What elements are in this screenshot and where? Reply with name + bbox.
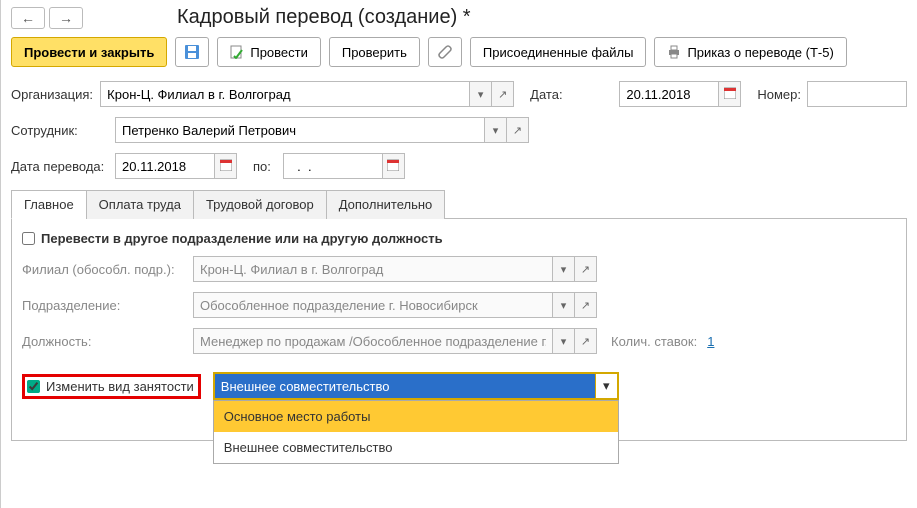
tab-main[interactable]: Главное	[11, 190, 87, 219]
arrow-right-icon: →	[59, 10, 73, 26]
position-label: Должность:	[22, 334, 187, 349]
branch-label: Филиал (обособл. подр.):	[22, 262, 187, 277]
chevron-down-icon: ▾	[561, 299, 567, 312]
nav-forward-button[interactable]: →	[49, 7, 83, 29]
page-title: Кадровый перевод (создание) *	[177, 6, 471, 29]
branch-dropdown-button: ▾	[553, 256, 575, 282]
org-label: Организация:	[11, 87, 94, 102]
post-and-close-label: Провести и закрыть	[24, 45, 154, 60]
attach-button[interactable]	[428, 37, 462, 67]
chevron-down-icon: ▾	[561, 263, 567, 276]
rates-label: Колич. ставок:	[611, 334, 697, 349]
position-input	[193, 328, 553, 354]
open-icon: ↗	[513, 124, 522, 137]
emp-type-dropdown-button[interactable]: ▾	[595, 374, 617, 398]
calendar-icon	[220, 159, 232, 174]
date-to-input[interactable]	[283, 153, 383, 179]
change-emp-type-checkbox[interactable]	[27, 380, 40, 393]
position-open-button: ↗	[575, 328, 597, 354]
org-input[interactable]	[100, 81, 470, 107]
open-icon: ↗	[581, 299, 590, 312]
open-icon: ↗	[581, 335, 590, 348]
transfer-date-input[interactable]	[115, 153, 215, 179]
transfer-date-label: Дата перевода:	[11, 159, 109, 174]
transfer-date-calendar-button[interactable]	[215, 153, 237, 179]
tab-payment[interactable]: Оплата труда	[86, 190, 194, 219]
print-order-label: Приказ о переводе (Т-5)	[687, 45, 833, 60]
dropdown-item[interactable]: Основное место работы	[214, 401, 618, 432]
post-and-close-button[interactable]: Провести и закрыть	[11, 37, 167, 67]
branch-open-button: ↗	[575, 256, 597, 282]
chevron-down-icon: ▾	[478, 88, 484, 101]
diskette-icon	[184, 44, 200, 60]
employee-input[interactable]	[115, 117, 485, 143]
doc-date-input[interactable]	[619, 81, 719, 107]
nav-back-button[interactable]: ←	[11, 7, 45, 29]
emp-type-dropdown: Основное место работы Внешнее совместите…	[213, 400, 619, 464]
branch-input	[193, 256, 553, 282]
paperclip-icon	[437, 44, 453, 60]
doc-date-calendar-button[interactable]	[719, 81, 741, 107]
emp-type-input[interactable]	[215, 374, 595, 398]
doc-number-input[interactable]	[807, 81, 907, 107]
doc-number-label: Номер:	[757, 87, 801, 102]
post-icon	[230, 45, 244, 59]
attached-files-button[interactable]: Присоединенные файлы	[470, 37, 647, 67]
post-button[interactable]: Провести	[217, 37, 321, 67]
arrow-left-icon: ←	[21, 10, 35, 26]
open-icon: ↗	[581, 263, 590, 276]
post-label: Провести	[250, 45, 308, 60]
chevron-down-icon: ▾	[561, 335, 567, 348]
org-open-button[interactable]: ↗	[492, 81, 514, 107]
org-dropdown-button[interactable]: ▾	[470, 81, 492, 107]
date-to-label: по:	[253, 159, 271, 174]
dept-dropdown-button: ▾	[553, 292, 575, 318]
chevron-down-icon: ▾	[603, 378, 610, 394]
dept-input	[193, 292, 553, 318]
check-button[interactable]: Проверить	[329, 37, 420, 67]
employee-open-button[interactable]: ↗	[507, 117, 529, 143]
open-icon: ↗	[498, 88, 507, 101]
change-emp-type-label: Изменить вид занятости	[46, 379, 194, 394]
dept-label: Подразделение:	[22, 298, 187, 313]
transfer-checkbox[interactable]	[22, 232, 35, 245]
transfer-checkbox-label: Перевести в другое подразделение или на …	[41, 231, 443, 246]
calendar-icon	[724, 87, 736, 102]
employee-label: Сотрудник:	[11, 123, 109, 138]
tab-additional[interactable]: Дополнительно	[326, 190, 446, 219]
dept-open-button: ↗	[575, 292, 597, 318]
save-button[interactable]	[175, 37, 209, 67]
printer-icon	[667, 45, 681, 59]
change-emp-type-highlight: Изменить вид занятости	[22, 374, 201, 399]
date-to-calendar-button[interactable]	[383, 153, 405, 179]
calendar-icon	[387, 159, 399, 174]
tabs: Главное Оплата труда Трудовой договор До…	[11, 189, 907, 219]
check-label: Проверить	[342, 45, 407, 60]
doc-date-label: Дата:	[530, 87, 613, 102]
attached-files-label: Присоединенные файлы	[483, 45, 634, 60]
chevron-down-icon: ▾	[493, 124, 499, 137]
position-dropdown-button: ▾	[553, 328, 575, 354]
rates-link[interactable]: 1	[707, 334, 714, 349]
employee-dropdown-button[interactable]: ▾	[485, 117, 507, 143]
print-order-button[interactable]: Приказ о переводе (Т-5)	[654, 37, 846, 67]
tab-contract[interactable]: Трудовой договор	[193, 190, 327, 219]
dropdown-item[interactable]: Внешнее совместительство	[214, 432, 618, 463]
